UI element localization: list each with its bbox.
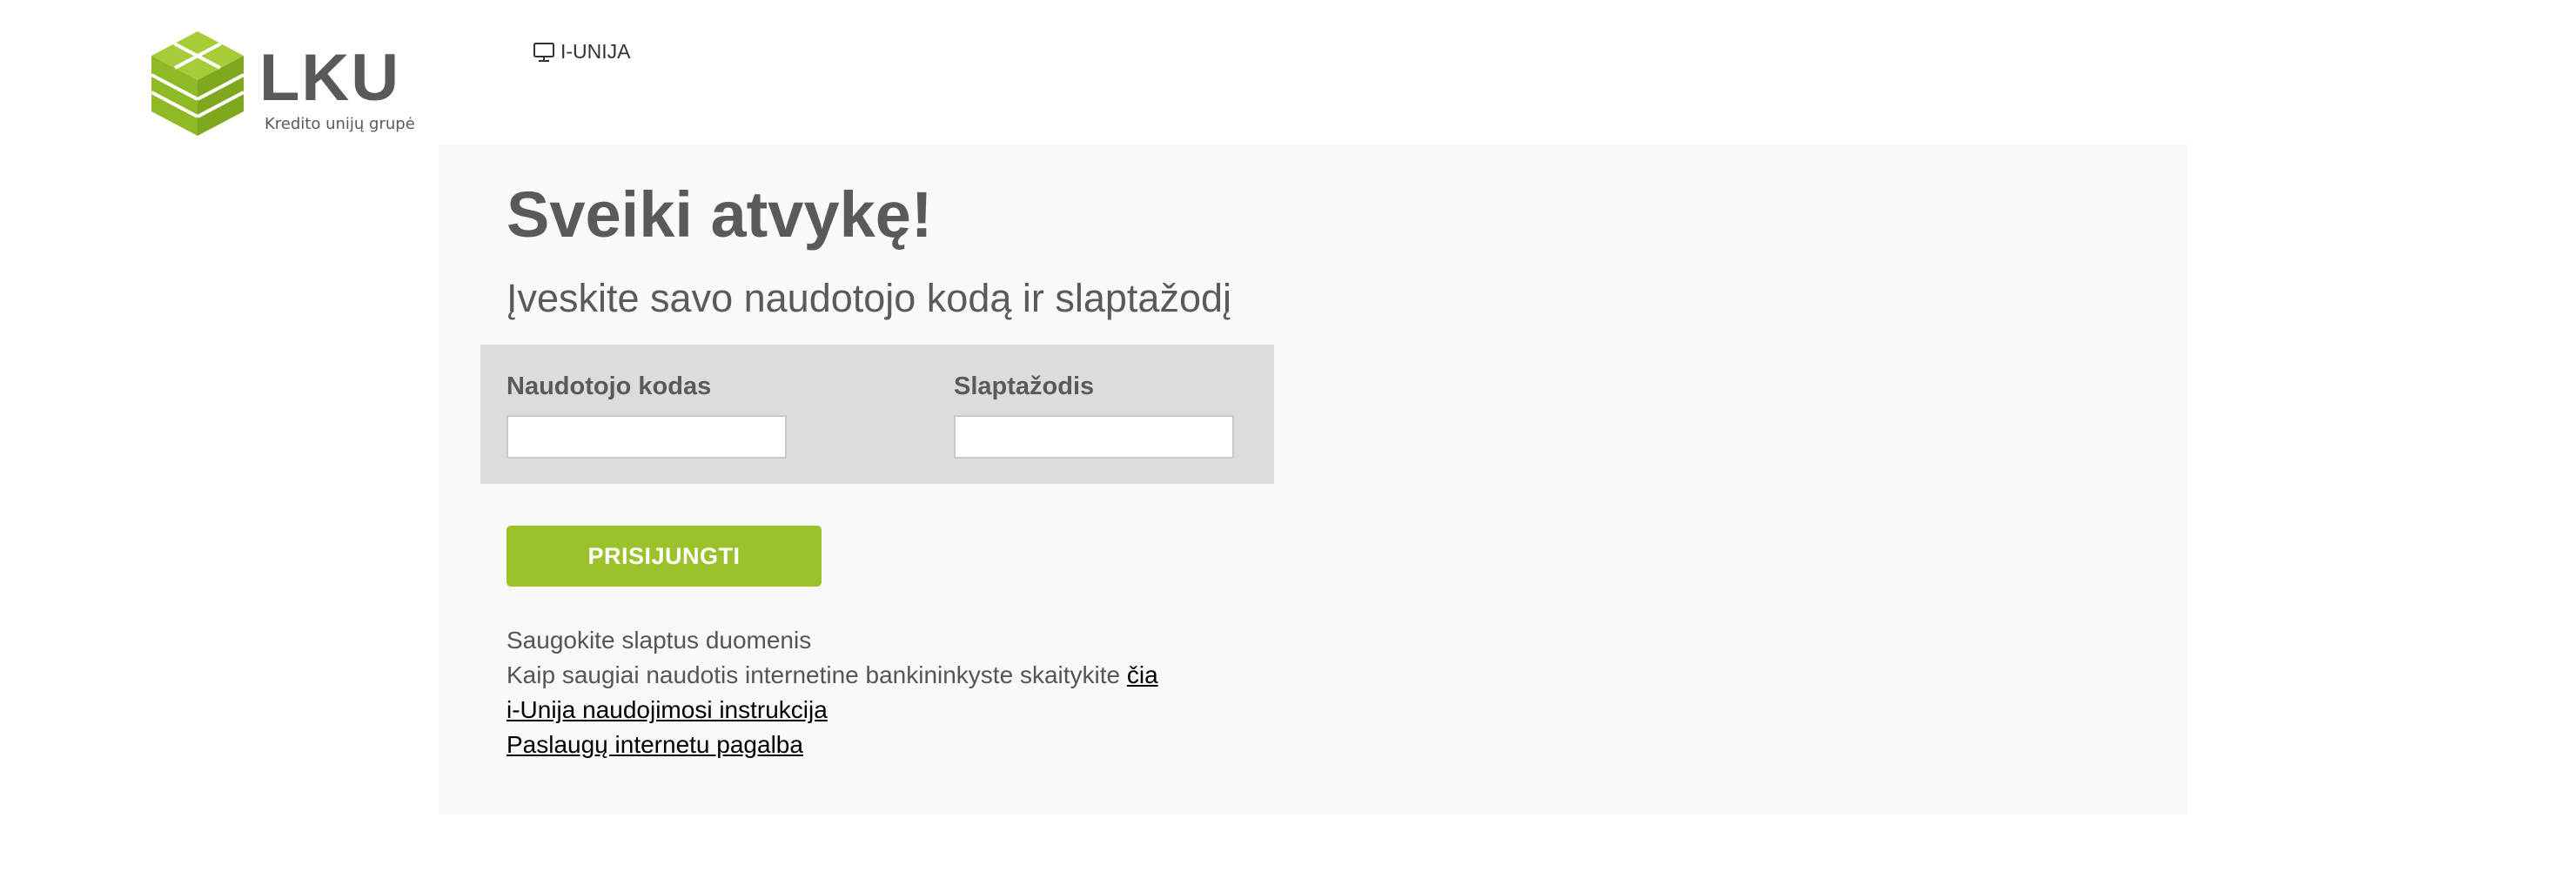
password-input[interactable] [954, 415, 1234, 459]
login-form: Naudotojo kodas Slaptažodis [480, 345, 1274, 484]
help-line: Paslaugų internetu pagalba [506, 728, 1158, 762]
username-input[interactable] [506, 415, 787, 459]
instructions-link[interactable]: i-Unija naudojimosi instrukcija [506, 696, 828, 723]
i-unija-link[interactable]: I-UNIJA [533, 40, 631, 64]
username-label: Naudotojo kodas [506, 372, 712, 400]
safe-banking-text: Kaip saugiai naudotis internetine bankin… [506, 661, 1127, 688]
logo-tagline: Kredito unijų grupė [265, 115, 415, 133]
help-link[interactable]: Paslaugų internetu pagalba [506, 731, 803, 758]
page-title: Sveiki atvykę! [506, 178, 933, 251]
password-field-group: Slaptažodis [954, 372, 1234, 459]
lku-logo[interactable]: LKU Kredito unijų grupė [146, 30, 433, 144]
login-button[interactable]: PRISIJUNGTI [506, 526, 822, 587]
safe-banking-link[interactable]: čia [1127, 661, 1158, 688]
username-field-group: Naudotojo kodas [506, 372, 787, 459]
monitor-icon [533, 42, 554, 62]
logo-name: LKU [259, 41, 401, 115]
security-notice: Saugokite slaptus duomenis [506, 627, 812, 654]
safe-banking-line: Kaip saugiai naudotis internetine bankin… [506, 658, 1158, 693]
login-panel: Sveiki atvykę! Įveskite savo naudotojo k… [439, 144, 2188, 815]
instructions-line: i-Unija naudojimosi instrukcija [506, 693, 1158, 728]
page-subtitle: Įveskite savo naudotojo kodą ir slaptažo… [506, 276, 1232, 320]
lku-cube-logo-icon [151, 31, 245, 136]
i-unija-link-label: I-UNIJA [560, 40, 631, 63]
security-info: Saugokite slaptus duomenis Kaip saugiai … [506, 623, 1158, 762]
password-label: Slaptažodis [954, 372, 1095, 400]
